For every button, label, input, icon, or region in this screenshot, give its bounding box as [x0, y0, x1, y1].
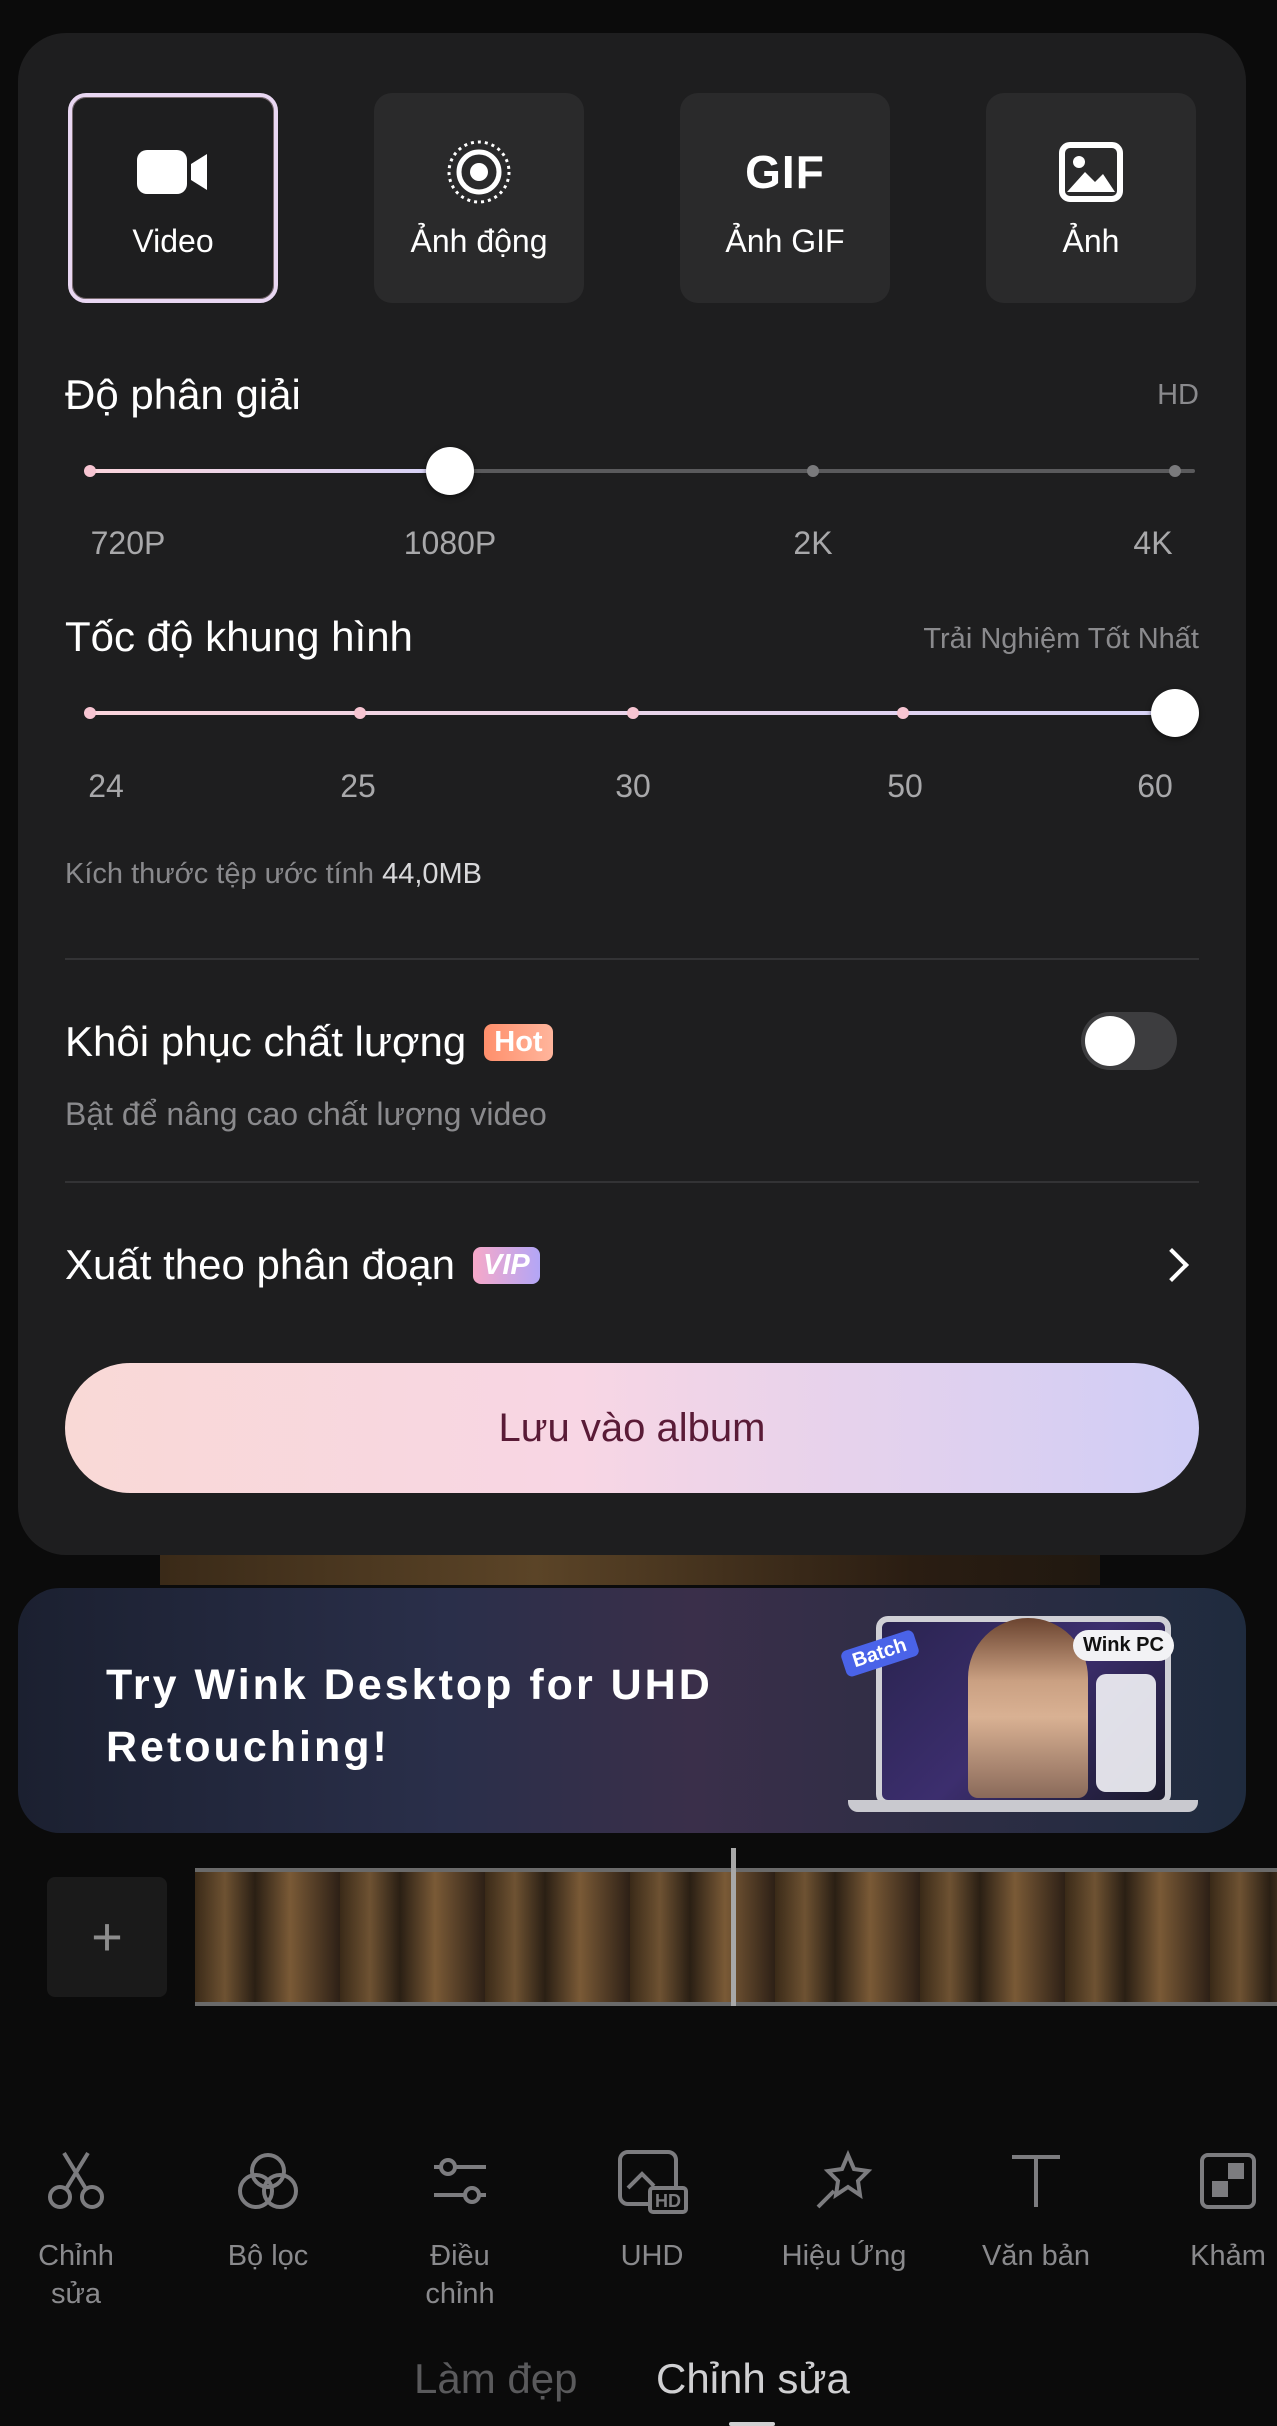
tool-uhd[interactable]: HD UHD	[572, 2145, 732, 2275]
wink-pc-tag: Wink PC	[1073, 1630, 1174, 1661]
frame-rate-title: Tốc độ khung hình	[65, 613, 413, 660]
model-portrait	[968, 1618, 1088, 1798]
export-type-label: Ảnh động	[410, 222, 548, 259]
tool-effects[interactable]: Hiệu Ứng	[764, 2145, 924, 2275]
export-type-image[interactable]: Ảnh	[986, 93, 1196, 303]
tool-filter[interactable]: Bộ lọc	[188, 2145, 348, 2275]
chevron-right-icon[interactable]	[1155, 1248, 1189, 1282]
tool-text[interactable]: Văn bản	[956, 2145, 1116, 2275]
frame-rate-badge: Trải Nghiệm Tốt Nhất	[923, 623, 1199, 655]
effects-icon	[812, 2145, 876, 2217]
feature-card	[1096, 1674, 1156, 1792]
export-type-label: Ảnh GIF	[725, 222, 845, 259]
segment-export-row[interactable]: Xuất theo phân đoạn VIP	[65, 1241, 540, 1289]
export-type-label: Ảnh	[1062, 222, 1120, 259]
scissors-icon	[44, 2145, 108, 2217]
tool-label: Bộ lọc	[227, 2240, 309, 2272]
video-preview	[160, 1555, 1100, 1585]
playhead[interactable]	[731, 1848, 736, 2006]
tool-label: Chỉnh sửa	[38, 2240, 114, 2310]
tool-edit[interactable]: Chỉnh sửa	[0, 2145, 156, 2313]
export-type-gif[interactable]: GIF Ảnh GIF	[680, 93, 890, 303]
adjust-icon	[428, 2145, 492, 2217]
resolution-slider-knob[interactable]	[426, 447, 474, 495]
text-icon	[1004, 2145, 1068, 2217]
mosaic-icon	[1196, 2145, 1260, 2217]
tool-label: Hiệu Ứng	[781, 2240, 907, 2272]
svg-text:HD: HD	[655, 2191, 681, 2211]
save-to-album-button[interactable]: Lưu vào album	[65, 1363, 1199, 1493]
tab-beauty[interactable]: Làm đẹp	[414, 2355, 577, 2403]
video-timeline-strip[interactable]	[195, 1868, 1277, 2006]
export-settings-sheet: Video Ảnh động GIF Ảnh GIF Ảnh Độ phân g	[18, 33, 1246, 1555]
quality-restore-toggle[interactable]	[1081, 1012, 1177, 1070]
resolution-tick[interactable]: 1080P	[404, 525, 497, 562]
image-icon	[1059, 137, 1123, 207]
add-clip-button[interactable]: +	[47, 1877, 167, 1997]
quality-restore-subtitle: Bật để nâng cao chất lượng video	[65, 1096, 547, 1132]
tool-label: UHD	[620, 2240, 684, 2272]
filter-icon	[236, 2145, 300, 2217]
frame-rate-tick[interactable]: 24	[88, 768, 124, 805]
bottom-tab-bar: Làm đẹp Chỉnh sửa	[0, 2355, 1277, 2425]
gif-icon: GIF	[745, 145, 825, 198]
file-size-value: 44,0MB	[382, 858, 483, 890]
live-photo-icon	[445, 137, 513, 207]
segment-export-title: Xuất theo phân đoạn	[65, 1241, 456, 1288]
hot-badge: Hot	[484, 1023, 553, 1061]
laptop-base	[848, 1800, 1198, 1812]
vip-badge: VIP	[473, 1246, 540, 1284]
tab-edit[interactable]: Chỉnh sửa	[656, 2355, 850, 2403]
video-camera-icon	[137, 137, 209, 207]
resolution-tick[interactable]: 4K	[1133, 525, 1172, 562]
tool-label: Điều chỉnh	[425, 2240, 495, 2310]
export-type-video[interactable]: Video	[68, 93, 278, 303]
frame-rate-slider-knob[interactable]	[1151, 689, 1199, 737]
tool-mosaic[interactable]: Khảm	[1148, 2145, 1277, 2275]
wink-desktop-banner[interactable]: Try Wink Desktop for UHD Retouching! Bat…	[18, 1588, 1246, 1833]
resolution-title: Độ phân giải	[65, 371, 301, 418]
tool-label: Văn bản	[981, 2240, 1091, 2272]
estimated-file-size: Kích thước tệp ước tính 44,0MB	[65, 858, 482, 891]
resolution-badge: HD	[1157, 379, 1199, 411]
export-type-live-photo[interactable]: Ảnh động	[374, 93, 584, 303]
tool-label: Khảm	[1190, 2240, 1266, 2272]
frame-rate-tick[interactable]: 60	[1137, 768, 1173, 805]
uhd-icon: HD	[616, 2145, 688, 2217]
divider	[65, 1181, 1199, 1183]
banner-text: Try Wink Desktop for UHD Retouching!	[106, 1661, 713, 1771]
tool-adjust[interactable]: Điều chỉnh	[380, 2145, 540, 2313]
export-type-label: Video	[132, 222, 214, 259]
file-size-label: Kích thước tệp ước tính	[65, 858, 374, 890]
resolution-tick[interactable]: 720P	[91, 525, 166, 562]
frame-rate-tick[interactable]: 25	[340, 768, 376, 805]
frame-rate-tick[interactable]: 30	[615, 768, 651, 805]
quality-restore-row: Khôi phục chất lượng Hot	[65, 1018, 553, 1066]
resolution-tick[interactable]: 2K	[793, 525, 832, 562]
quality-restore-title: Khôi phục chất lượng	[65, 1018, 467, 1065]
frame-rate-tick[interactable]: 50	[887, 768, 923, 805]
active-tab-indicator	[729, 2422, 775, 2426]
divider	[65, 958, 1199, 960]
toggle-thumb	[1085, 1016, 1135, 1066]
